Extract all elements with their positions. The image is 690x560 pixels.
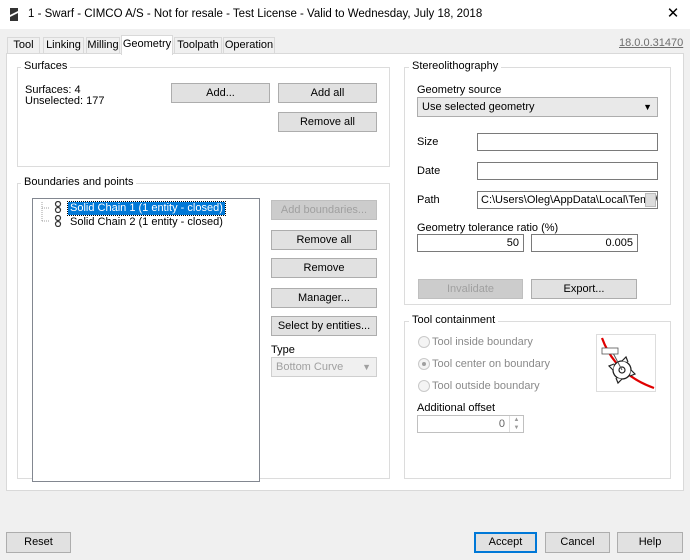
tab-linking[interactable]: Linking — [43, 37, 84, 53]
remove-boundary-button[interactable]: Remove — [271, 258, 377, 278]
offset-label: Additional offset — [417, 402, 496, 414]
offset-value: 0 — [498, 418, 505, 430]
radio-tool-center[interactable] — [418, 358, 430, 370]
date-field[interactable] — [477, 162, 658, 180]
radio-tool-outside[interactable] — [418, 380, 430, 392]
app-icon — [10, 8, 18, 21]
type-value: Bottom Curve — [276, 361, 344, 373]
browse-button[interactable] — [645, 193, 656, 207]
chevron-down-icon: ▼ — [643, 102, 652, 112]
path-field[interactable]: C:\Users\Oleg\AppData\Local\Temp\ — [477, 191, 658, 209]
surfaces-unselected: Unselected: 177 — [25, 95, 105, 107]
surfaces-group-label: Surfaces — [21, 60, 71, 72]
help-button[interactable]: Help — [617, 532, 683, 553]
spinner-icon[interactable]: ▲ ▼ — [509, 416, 523, 432]
stereolithography-group-label: Stereolithography — [409, 60, 502, 72]
tool-center-label: Tool center on boundary — [432, 358, 551, 370]
add-surfaces-button[interactable]: Add... — [171, 83, 270, 103]
tab-operation[interactable]: Operation — [223, 37, 275, 53]
cancel-button[interactable]: Cancel — [545, 532, 610, 553]
remove-all-surfaces-button[interactable]: Remove all — [278, 112, 377, 132]
tab-milling[interactable]: Milling — [86, 37, 120, 53]
offset-field[interactable]: 0 ▲ ▼ — [417, 415, 524, 433]
tool-inside-label: Tool inside boundary — [432, 336, 533, 348]
add-all-surfaces-button[interactable]: Add all — [278, 83, 377, 103]
export-button[interactable]: Export... — [531, 279, 637, 299]
tree-item[interactable]: Solid Chain 2 (1 entity - closed) — [68, 216, 225, 229]
tab-toolpath[interactable]: Toolpath — [174, 37, 222, 53]
tolerance-label: Geometry tolerance ratio (%) — [417, 222, 559, 234]
boundaries-tree[interactable] — [32, 198, 260, 482]
tolerance-percent-field[interactable]: 50 — [417, 234, 524, 252]
type-label: Type — [271, 344, 295, 356]
remove-all-boundaries-button[interactable]: Remove all — [271, 230, 377, 250]
select-by-entities-button[interactable]: Select by entities... — [271, 316, 377, 336]
type-select[interactable]: Bottom Curve ▼ — [271, 357, 377, 377]
add-boundaries-button[interactable]: Add boundaries... — [271, 200, 377, 220]
tool-containment-group-label: Tool containment — [409, 314, 499, 326]
accept-button[interactable]: Accept — [474, 532, 537, 553]
chain-icon — [54, 215, 62, 227]
tree-item[interactable]: Solid Chain 1 (1 entity - closed) — [67, 201, 226, 216]
tab-tool[interactable]: Tool — [7, 37, 40, 53]
geometry-source-value: Use selected geometry — [422, 101, 535, 113]
title-bar: 1 - Swarf - CIMCO A/S - Not for resale -… — [0, 0, 690, 29]
geometry-source-label: Geometry source — [417, 84, 502, 96]
chain-icon — [54, 201, 62, 213]
geometry-source-select[interactable]: Use selected geometry ▼ — [417, 97, 658, 117]
size-label: Size — [417, 136, 439, 148]
tolerance-value-field[interactable]: 0.005 — [531, 234, 638, 252]
boundaries-group-label: Boundaries and points — [21, 176, 137, 188]
tool-outside-label: Tool outside boundary — [432, 380, 540, 392]
date-label: Date — [417, 165, 441, 177]
window-title: 1 - Swarf - CIMCO A/S - Not for resale -… — [28, 8, 483, 20]
invalidate-button[interactable]: Invalidate — [418, 279, 523, 299]
close-icon[interactable]: ✕ — [660, 4, 686, 24]
chevron-down-icon: ▼ — [362, 362, 371, 372]
reset-button[interactable]: Reset — [6, 532, 71, 553]
tab-geometry[interactable]: Geometry — [121, 35, 173, 55]
size-field[interactable] — [477, 133, 658, 151]
version-link[interactable]: 18.0.0.31470 — [619, 37, 683, 49]
path-label: Path — [417, 194, 440, 206]
radio-tool-inside[interactable] — [418, 336, 430, 348]
manager-button[interactable]: Manager... — [271, 288, 377, 308]
tool-containment-diagram — [596, 334, 656, 392]
